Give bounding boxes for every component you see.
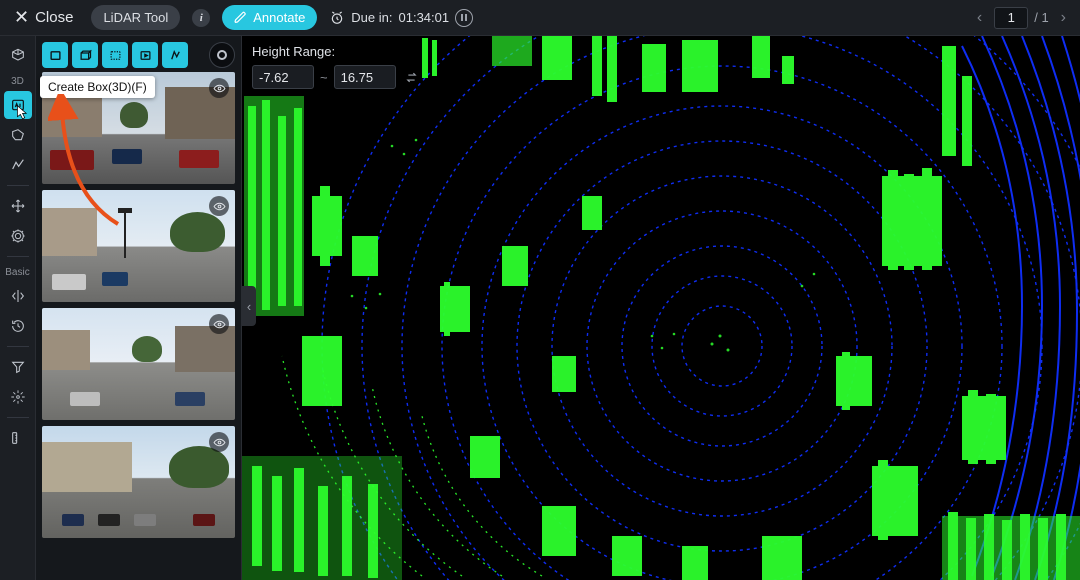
next-page-button[interactable]: › [1055,7,1072,29]
cube-tool[interactable] [4,42,32,70]
ai-box-tool[interactable] [4,91,32,119]
range-separator: ~ [320,70,328,85]
tool-name-label: LiDAR Tool [103,10,168,25]
filter-tool[interactable] [4,353,32,381]
camera-panel: Create Box(3D)(F) [36,36,242,580]
cube3d-tool[interactable] [72,42,98,68]
annotate-label: Annotate [253,10,305,25]
visibility-toggle[interactable] [209,432,229,452]
annotate-button[interactable]: Annotate [222,5,317,30]
page-total-label: / 1 [1034,10,1048,25]
visibility-toggle[interactable] [209,196,229,216]
height-range-label: Height Range: [252,44,422,59]
collapse-panel-button[interactable]: ‹ [242,286,256,326]
tool-name-pill[interactable]: LiDAR Tool [91,5,180,30]
polygon-tool[interactable] [4,121,32,149]
ruler-tool[interactable] [4,424,32,452]
pencil-icon [234,11,247,24]
shape-tool-row [36,36,241,72]
height-range-control: Height Range: ~ [252,44,422,89]
camera-thumb-2[interactable] [42,190,235,302]
page-current-input[interactable] [994,7,1028,29]
page-navigator: ‹ / 1 › [971,7,1072,29]
side-toolbar: 3D Basic [0,36,36,580]
section-basic-label: Basic [5,267,29,278]
alarm-clock-icon [329,10,345,26]
app-header: ✕ Close LiDAR Tool i Annotate Due in: 01… [0,0,1080,36]
history-tool[interactable] [4,312,32,340]
grid-align-tool[interactable] [4,383,32,411]
close-label: Close [35,9,73,26]
lidar-viewport[interactable]: Height Range: ~ ‹ [242,36,1080,580]
section-3d-label: 3D [11,76,24,87]
lidar-point-cloud [242,36,1080,580]
height-max-input[interactable] [334,65,396,89]
create-box-tooltip: Create Box(3D)(F) [40,76,155,98]
close-button[interactable]: ✕ Close [8,5,79,30]
pause-button[interactable] [455,9,473,27]
mirror-tool[interactable] [4,282,32,310]
rect-dash-tool[interactable] [102,42,128,68]
poly-n-tool[interactable] [162,42,188,68]
rect-tool[interactable] [42,42,68,68]
due-time: 01:34:01 [399,10,450,25]
height-min-input[interactable] [252,65,314,89]
move-tool[interactable] [4,192,32,220]
visibility-toggle[interactable] [209,78,229,98]
prev-page-button[interactable]: ‹ [971,7,988,29]
camera-thumbnails [36,72,241,580]
settings-wheel-tool[interactable] [4,222,32,250]
due-prefix: Due in: [351,10,392,25]
camera-thumb-3[interactable] [42,308,235,420]
play-rect-tool[interactable] [132,42,158,68]
camera-thumb-4[interactable] [42,426,235,538]
info-icon[interactable]: i [192,9,210,27]
swap-range-button[interactable] [402,67,422,87]
target-toggle[interactable] [209,42,235,68]
due-timer: Due in: 01:34:01 [329,9,473,27]
close-icon: ✕ [14,7,29,28]
visibility-toggle[interactable] [209,314,229,334]
polyline-tool[interactable] [4,151,32,179]
